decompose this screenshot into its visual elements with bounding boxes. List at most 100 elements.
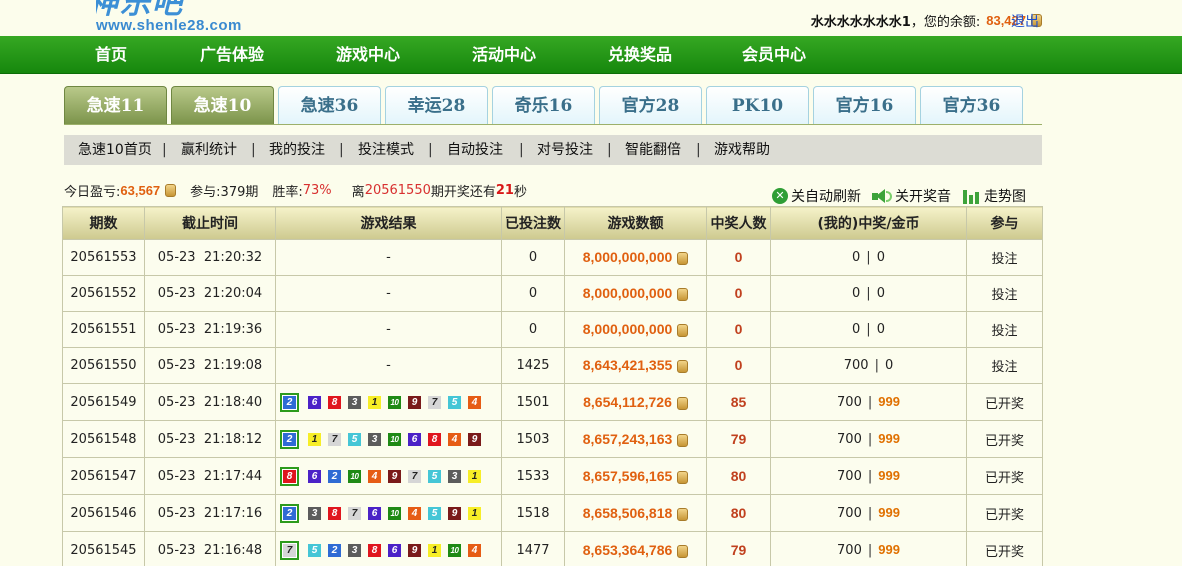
- winners-cell: 0: [706, 311, 771, 348]
- result-ball: 10: [388, 506, 401, 520]
- coin-icon: [677, 360, 689, 373]
- nav-game-center[interactable]: 游戏中心: [316, 36, 420, 74]
- nav-home[interactable]: 首页: [62, 36, 160, 74]
- auto-refresh-toggle[interactable]: ✕ 关自动刷新: [772, 186, 861, 206]
- my-win-value: 0: [876, 250, 885, 265]
- col-bet-count: 已投注数: [501, 206, 565, 240]
- tab-jisu11[interactable]: 急速11: [64, 86, 167, 124]
- participate-cell[interactable]: 投注: [966, 347, 1043, 384]
- winners-cell: 79: [706, 531, 771, 566]
- subnav-game-home[interactable]: 急速10首页: [78, 135, 152, 165]
- logout-link[interactable]: 退出: [1011, 11, 1039, 31]
- result-ball: 9: [408, 395, 421, 409]
- tab-pk10[interactable]: PK10: [706, 86, 809, 124]
- col-winners: 中奖人数: [706, 206, 771, 240]
- tab-jisu36[interactable]: 急速36: [278, 86, 381, 124]
- participate-cell[interactable]: 已开奖: [966, 494, 1043, 532]
- subnav-smart-double[interactable]: 智能翻倍: [625, 135, 681, 165]
- deadline-cell: 05-23 21:17:44: [144, 457, 276, 495]
- tab-jisu10[interactable]: 急速10: [171, 86, 274, 124]
- participate-cell[interactable]: 已开奖: [966, 420, 1043, 458]
- amount-cell: 8,653,364,786: [564, 531, 707, 566]
- result-balls: 8 6 2 10 4 9 7 5 3 1: [276, 466, 501, 486]
- amount-cell: 8,657,596,165: [564, 457, 707, 495]
- trend-chart-link[interactable]: 走势图: [963, 186, 1026, 206]
- deadline-cell: 05-23 21:20:04: [144, 275, 276, 312]
- result-ball: 2: [328, 543, 341, 557]
- table-row: 20561551 05-23 21:19:36-0 8,000,000,000 0 0 |…: [62, 311, 1043, 348]
- my-win-cell: 0 | 0: [770, 311, 967, 348]
- nav-ad-experience[interactable]: 广告体验: [180, 36, 284, 74]
- my-bet-value: 0: [852, 250, 861, 265]
- result-ball: 4: [468, 543, 481, 557]
- my-win-cell: 700 | 999: [770, 494, 967, 532]
- winners-cell: 80: [706, 494, 771, 532]
- deadline-cell: 05-23 21:19:08: [144, 347, 276, 384]
- winners-value: 0: [734, 321, 743, 337]
- close-circle-icon: ✕: [772, 188, 788, 204]
- subnav-separator: |: [162, 142, 167, 158]
- subnav-number-bet[interactable]: 对号投注: [537, 135, 593, 165]
- deadline-cell: 05-23 21:17:16: [144, 494, 276, 532]
- issue-cell: 20561549: [62, 383, 145, 421]
- participate-cell[interactable]: 已开奖: [966, 383, 1043, 421]
- nav-redeem-prizes[interactable]: 兑换奖品: [588, 36, 692, 74]
- subnav-bet-mode[interactable]: 投注模式: [358, 135, 414, 165]
- amount-value: 8,653,364,786: [582, 541, 673, 558]
- col-my-win: (我的)中奖/金币: [770, 206, 967, 240]
- result-cell: -: [275, 347, 502, 384]
- tab-xingyun28[interactable]: 幸运28: [385, 86, 488, 124]
- site-logo[interactable]: 神乐吧 www.shenle28.com: [96, 0, 276, 36]
- issue-cell: 20561546: [62, 494, 145, 532]
- result-balls: 2 3 8 7 6 10 4 5 9 1: [276, 503, 501, 523]
- coin-icon: [677, 252, 689, 265]
- tab-guanfang28[interactable]: 官方28: [599, 86, 702, 124]
- tab-qile16[interactable]: 奇乐16: [492, 86, 595, 124]
- participate-cell[interactable]: 已开奖: [966, 531, 1043, 566]
- result-ball: 6: [308, 395, 321, 409]
- winners-value: 79: [730, 430, 747, 447]
- win-rate-label: 胜率:: [272, 185, 303, 200]
- sound-toggle[interactable]: 关开奖音: [872, 186, 951, 206]
- result-ball: 8: [428, 432, 441, 446]
- my-win-cell: 700 | 999: [770, 531, 967, 566]
- result-ball: 3: [348, 395, 361, 409]
- tab-guanfang36[interactable]: 官方36: [920, 86, 1023, 124]
- winners-value: 0: [734, 285, 743, 301]
- participate-cell[interactable]: 已开奖: [966, 457, 1043, 495]
- my-bet-value: 700: [837, 395, 862, 410]
- coin-icon: [677, 544, 689, 558]
- winners-value: 85: [730, 393, 747, 410]
- speaker-icon: [872, 188, 892, 204]
- deadline-cell: 05-23 21:18:12: [144, 420, 276, 458]
- subnav-game-help[interactable]: 游戏帮助: [714, 135, 770, 165]
- result-ball: 6: [368, 506, 381, 520]
- my-win-cell: 700 | 999: [770, 420, 967, 458]
- subnav-separator: |: [519, 142, 524, 158]
- result-ball: 2: [283, 506, 296, 520]
- table-row: 20561548 05-23 21:18:12 2 1 7 5 3 10 6 8 4 9 1503 8,6…: [62, 420, 1043, 458]
- winners-cell: 80: [706, 457, 771, 495]
- tab-guanfang16[interactable]: 官方16: [813, 86, 916, 124]
- result-ball-highlighted: 7: [280, 540, 299, 560]
- win-rate-value: 73%: [302, 183, 332, 198]
- nav-member-center[interactable]: 会员中心: [722, 36, 826, 74]
- my-win-value: 999: [878, 505, 900, 520]
- result-ball: 3: [448, 469, 461, 483]
- subnav-my-bets[interactable]: 我的投注: [269, 135, 325, 165]
- bet-count-cell: 0: [501, 239, 565, 276]
- nav-activity-center[interactable]: 活动中心: [452, 36, 556, 74]
- participate-cell[interactable]: 投注: [966, 311, 1043, 348]
- participate-cell[interactable]: 投注: [966, 275, 1043, 312]
- participate-cell[interactable]: 投注: [966, 239, 1043, 276]
- result-cell: -: [275, 239, 502, 276]
- countdown-issue: 20561550: [364, 183, 431, 198]
- result-cell: 2 6 8 3 1 10 9 7 5 4: [275, 383, 502, 421]
- subnav-auto-bet[interactable]: 自动投注: [447, 135, 503, 165]
- result-ball: 7: [283, 543, 296, 557]
- bet-count-cell: 0: [501, 311, 565, 348]
- result-ball: 9: [408, 543, 421, 557]
- result-ball-highlighted: 2: [280, 429, 299, 449]
- my-win-value: 999: [878, 394, 900, 409]
- subnav-profit-stats[interactable]: 赢利统计: [181, 135, 237, 165]
